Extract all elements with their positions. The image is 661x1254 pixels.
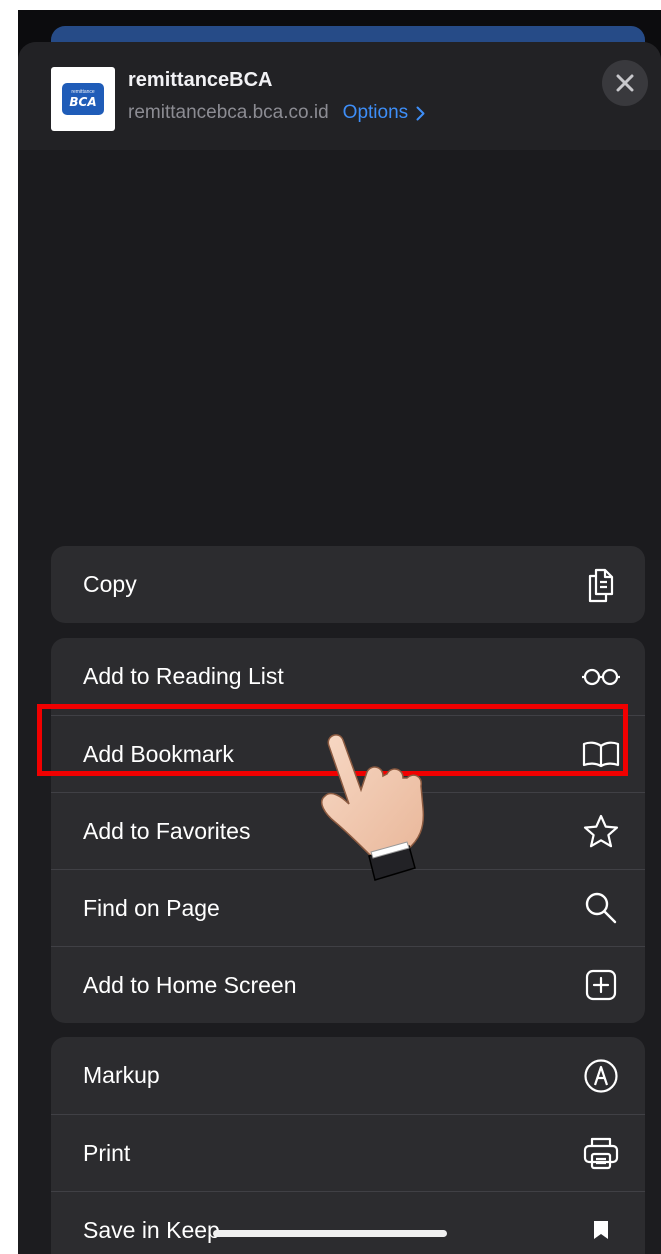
site-title: remittanceBCA	[128, 69, 273, 91]
book-icon	[581, 734, 621, 774]
star-icon	[581, 811, 621, 851]
menu-item-label: Add to Home Screen	[83, 971, 297, 998]
menu-item-markup[interactable]: Markup	[51, 1037, 645, 1114]
action-group-copy: Copy	[51, 546, 645, 623]
menu-item-label: Copy	[83, 571, 137, 597]
menu-item-add-to-reading-list[interactable]: Add to Reading List	[51, 638, 645, 715]
copy-icon	[581, 565, 621, 605]
options-link[interactable]: Options	[343, 102, 425, 124]
options-label: Options	[342, 102, 409, 123]
glasses-icon	[581, 657, 621, 697]
close-button[interactable]	[602, 60, 648, 106]
menu-item-print[interactable]: Print	[51, 1114, 645, 1191]
chevron-right-icon	[416, 106, 425, 120]
menu-item-copy[interactable]: Copy	[51, 546, 645, 623]
close-icon	[616, 74, 634, 92]
bookmark-icon	[581, 1210, 621, 1250]
logo-big-text: BCA	[69, 95, 97, 109]
markup-icon	[581, 1056, 621, 1096]
logo-small-text: remittance	[71, 89, 95, 95]
phone-screen: remittance BCA remittanceBCA remittanceb…	[18, 10, 661, 1254]
menu-item-label: Add to Reading List	[83, 663, 284, 689]
menu-item-save-in-keep[interactable]: Save in Keep	[51, 1191, 645, 1254]
bca-logo: remittance BCA	[62, 83, 104, 115]
magnifier-icon	[581, 888, 621, 928]
printer-icon	[581, 1133, 621, 1173]
action-group-more: Markup Print Save in Keep	[51, 1037, 645, 1254]
menu-item-label: Print	[83, 1139, 131, 1166]
home-indicator	[213, 1230, 447, 1237]
plus-square-icon	[581, 965, 621, 1005]
menu-item-add-to-home-screen[interactable]: Add to Home Screen	[51, 946, 645, 1023]
page-preview	[18, 150, 661, 500]
site-icon: remittance BCA	[51, 67, 115, 131]
share-sheet-header: remittance BCA remittanceBCA remittanceb…	[18, 42, 661, 150]
site-url: remittancebca.bca.co.id	[128, 102, 329, 123]
site-subtitle: remittancebca.bca.co.id Options	[128, 102, 425, 124]
menu-item-label: Markup	[83, 1062, 160, 1088]
pointing-hand-icon	[321, 734, 425, 881]
menu-item-label: Find on Page	[83, 894, 220, 921]
